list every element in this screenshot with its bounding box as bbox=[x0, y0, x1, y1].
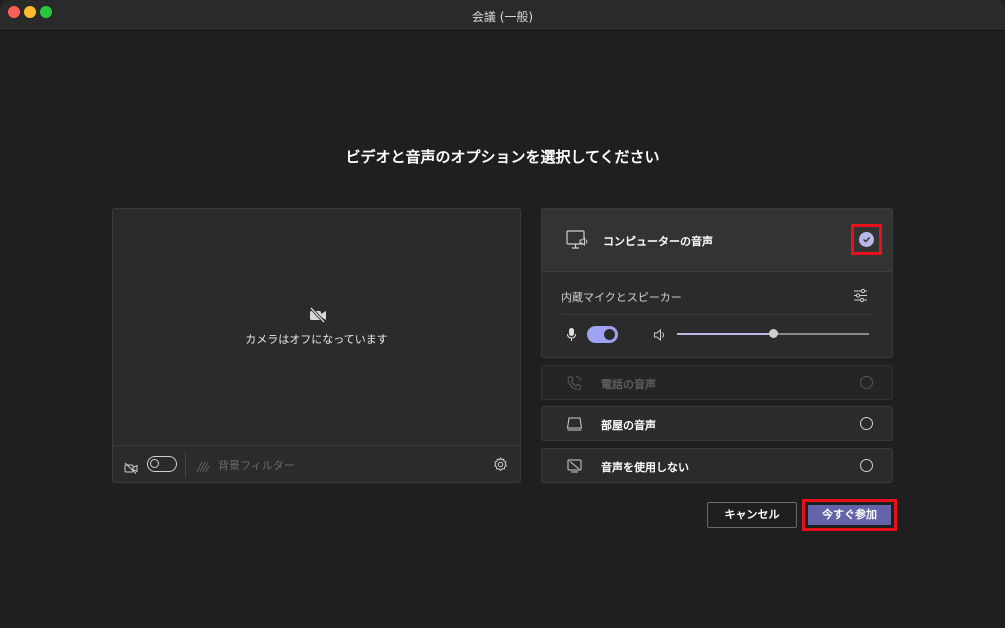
background-filter-button[interactable]: 背景フィルター bbox=[218, 457, 295, 473]
no-audio-label: 音声を使用しない bbox=[601, 461, 689, 474]
video-controls-bar: 背景フィルター bbox=[113, 445, 520, 483]
volume-slider[interactable] bbox=[677, 329, 869, 338]
window-title: 会議 (一般) bbox=[471, 10, 534, 24]
computer-audio-option[interactable]: コンピューターの音声 bbox=[542, 209, 892, 272]
audio-device-label: 内蔵マイクとスピーカー bbox=[561, 291, 682, 304]
phone-audio-option: 電話の音声 bbox=[541, 365, 893, 400]
divider bbox=[185, 452, 186, 478]
join-now-highlight: 今すぐ参加 bbox=[802, 499, 897, 531]
volume-slider-fill bbox=[677, 333, 773, 335]
camera-off-icon bbox=[309, 306, 327, 324]
page-heading: ビデオと音声のオプションを選択してください bbox=[345, 148, 660, 166]
computer-audio-icon bbox=[566, 229, 590, 251]
camera-toggle[interactable] bbox=[147, 456, 177, 472]
join-now-button[interactable]: 今すぐ参加 bbox=[808, 505, 891, 525]
phone-audio-radio bbox=[860, 376, 873, 389]
device-settings-gear-icon[interactable] bbox=[493, 457, 508, 472]
meeting-prejoin-window: 会議 (一般) ビデオと音声のオプションを選択してください カメラはオフになって… bbox=[0, 0, 1005, 628]
speaker-icon bbox=[653, 327, 667, 342]
title-bar: 会議 (一般) bbox=[0, 0, 1005, 31]
phone-audio-label: 電話の音声 bbox=[601, 378, 656, 391]
no-audio-icon bbox=[566, 458, 583, 474]
computer-audio-card: コンピューターの音声 内蔵マイクとスピーカー bbox=[541, 208, 893, 358]
video-preview-panel: カメラはオフになっています 背景フィルター bbox=[112, 208, 521, 483]
camera-off-small-icon bbox=[124, 459, 138, 474]
computer-audio-label: コンピューターの音声 bbox=[603, 235, 713, 248]
camera-off-text: カメラはオフになっています bbox=[245, 333, 388, 346]
no-audio-option[interactable]: 音声を使用しない bbox=[541, 448, 893, 483]
selected-check-icon bbox=[859, 232, 874, 247]
room-audio-option[interactable]: 部屋の音声 bbox=[541, 406, 893, 441]
divider bbox=[561, 314, 872, 315]
volume-slider-thumb[interactable] bbox=[769, 329, 778, 338]
camera-toggle-knob bbox=[150, 459, 159, 468]
room-audio-label: 部屋の音声 bbox=[601, 419, 656, 432]
no-audio-radio[interactable] bbox=[860, 459, 873, 472]
phone-icon bbox=[566, 375, 583, 391]
microphone-toggle-knob bbox=[604, 329, 615, 340]
room-device-icon bbox=[566, 416, 583, 432]
computer-audio-selected-highlight[interactable] bbox=[851, 224, 882, 255]
microphone-icon bbox=[566, 327, 577, 342]
room-audio-radio[interactable] bbox=[860, 417, 873, 430]
cancel-button[interactable]: キャンセル bbox=[707, 502, 797, 528]
microphone-toggle[interactable] bbox=[587, 326, 618, 343]
background-filter-icon bbox=[196, 458, 210, 473]
audio-settings-sliders-icon[interactable] bbox=[853, 288, 868, 303]
video-preview: カメラはオフになっています bbox=[113, 209, 520, 445]
